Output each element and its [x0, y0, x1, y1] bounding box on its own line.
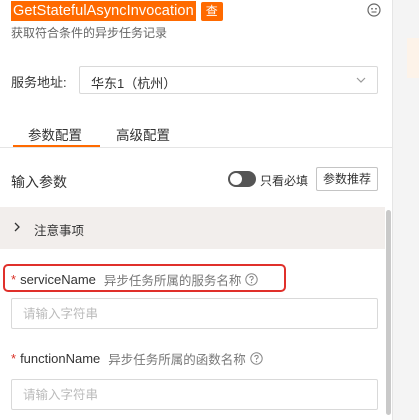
input-params-title: 输入参数	[11, 174, 67, 190]
param-label-service-name: * serviceName 异步任务所属的服务名称	[11, 270, 259, 289]
function-name-input[interactable]	[12, 380, 377, 409]
config-tabs: 参数配置 高级配置	[0, 112, 392, 148]
api-subtitle: 获取符合条件的异步任务记录	[11, 26, 168, 40]
required-mark: *	[11, 351, 17, 366]
region-select[interactable]: 华东1（杭州）	[79, 66, 378, 94]
required-mark: *	[11, 272, 17, 287]
api-name: GetStatefulAsyncInvocation	[11, 1, 196, 21]
notice-section[interactable]: 注意事项	[0, 207, 385, 249]
required-only-label: 只看必填	[260, 174, 309, 188]
param-description: 异步任务所属的函数名称	[108, 353, 246, 367]
feedback-icon[interactable]	[367, 3, 381, 17]
help-icon[interactable]	[245, 273, 259, 286]
title-row: GetStatefulAsyncInvocation 查	[11, 0, 223, 22]
service-name-input-wrapper	[11, 298, 378, 329]
chevron-down-icon	[356, 77, 366, 83]
notice-label: 注意事项	[34, 224, 85, 238]
param-recommend-button[interactable]: 参数推荐	[316, 167, 378, 191]
param-label-function-name: * functionName 异步任务所属的函数名称	[11, 349, 263, 368]
scrollbar-thumb[interactable]	[386, 210, 391, 415]
param-name: serviceName	[20, 272, 96, 287]
toggle-knob	[230, 173, 242, 185]
api-debug-panel: GetStatefulAsyncInvocation 查 获取符合条件的异步任务…	[0, 0, 392, 420]
chevron-right-icon	[14, 222, 20, 232]
required-only-toggle[interactable]	[228, 171, 256, 187]
function-name-input-wrapper	[11, 379, 378, 410]
service-address-label: 服务地址:	[11, 75, 67, 90]
side-strip	[392, 0, 419, 420]
tab-advanced-config[interactable]: 高级配置	[116, 124, 170, 144]
param-name: functionName	[20, 351, 101, 366]
tab-param-config[interactable]: 参数配置	[28, 124, 82, 144]
service-name-input[interactable]	[12, 299, 377, 328]
param-description: 异步任务所属的服务名称	[103, 274, 242, 288]
query-badge: 查	[200, 1, 223, 21]
region-select-value: 华东1（杭州）	[91, 76, 177, 91]
active-tab-indicator	[13, 145, 100, 147]
help-icon[interactable]	[250, 352, 263, 365]
side-strip-accent	[407, 38, 419, 78]
